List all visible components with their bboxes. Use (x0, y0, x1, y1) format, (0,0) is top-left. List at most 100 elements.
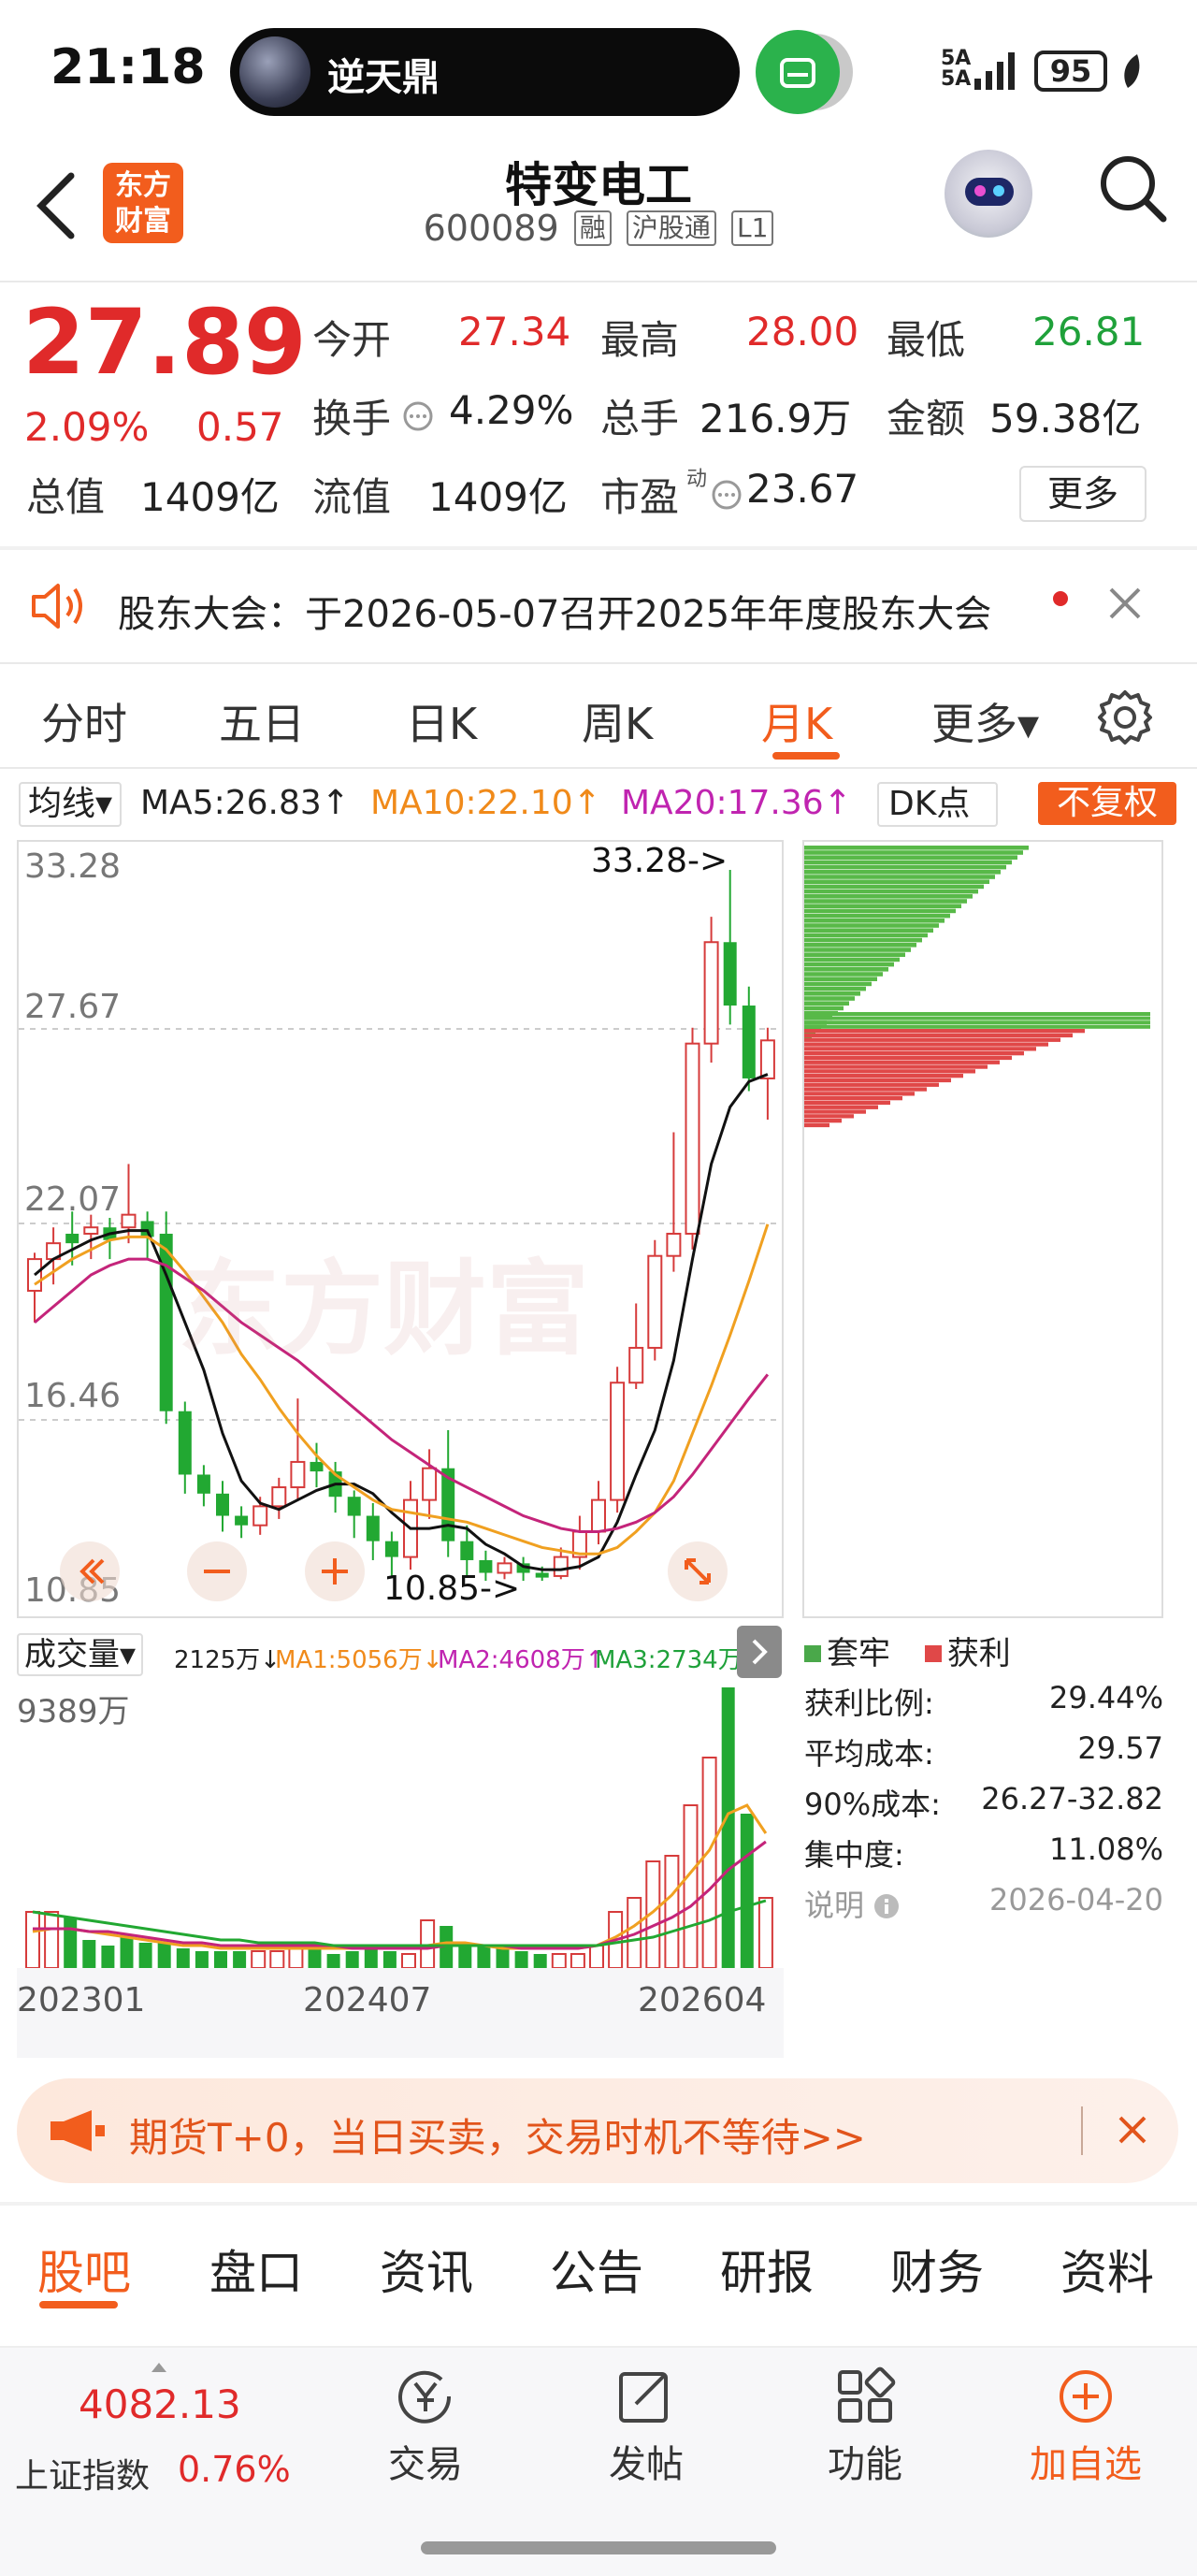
volume-bar (683, 1804, 699, 1969)
ma20-value: MA20:17.36↑ (621, 784, 852, 822)
tab-finance[interactable]: 财务 (890, 2236, 984, 2303)
pe-value: 23.67 (746, 466, 859, 512)
chip-bar (804, 986, 866, 991)
scroll-left-button[interactable] (60, 1541, 120, 1601)
fullscreen-button[interactable] (668, 1541, 728, 1601)
live-activity-pill[interactable]: 逆天鼎 (230, 28, 740, 116)
zoom-out-button[interactable] (187, 1541, 247, 1601)
candle-body (535, 1572, 549, 1578)
more-button[interactable]: 更多 (1019, 466, 1147, 522)
nav-post[interactable]: 发帖 (576, 2366, 716, 2488)
candle-body (591, 1498, 606, 1533)
volume-ma2: MA2:4608万↑ (438, 1646, 606, 1674)
high-marker: 33.28-> (591, 842, 728, 880)
candle-body (460, 1541, 474, 1560)
tab-research[interactable]: 研报 (720, 2236, 814, 2303)
notice-bar[interactable]: 股东大会：于2026-05-07召开2025年年度股东大会 (0, 552, 1197, 662)
chip-bar (804, 928, 933, 933)
candle-body (83, 1226, 99, 1235)
volume-bar (138, 1943, 152, 1968)
candle-body (216, 1493, 229, 1516)
index-name[interactable]: 上证指数 (15, 2449, 150, 2497)
chip-bar (804, 1100, 890, 1106)
close-icon[interactable] (1102, 580, 1148, 627)
volume-bar (308, 1948, 322, 1968)
chip-bar (804, 1024, 1150, 1029)
chip-stat-row: 集中度: 11.08% (804, 1831, 1163, 1874)
volume-selector[interactable]: 成交量▾ (17, 1633, 144, 1676)
close-icon[interactable] (1111, 2108, 1154, 2151)
edit-icon (619, 2372, 668, 2423)
nav-trade[interactable]: 交易 (355, 2366, 496, 2488)
info-dots-icon[interactable] (711, 479, 743, 511)
promo-separator (1081, 2106, 1083, 2155)
chip-bar (804, 889, 978, 894)
chip-bar (804, 967, 888, 972)
candle-body (384, 1541, 398, 1557)
tab-orderbook[interactable]: 盘口 (209, 2236, 303, 2303)
low-label: 最低 (887, 317, 966, 363)
chip-bar (804, 923, 939, 928)
candle-body (121, 1213, 137, 1229)
tab-intraday[interactable]: 分时 (41, 690, 127, 752)
dk-selector[interactable]: DK点 (877, 782, 999, 827)
open-value: 27.34 (458, 309, 571, 355)
tab-forum[interactable]: 股吧 (37, 2236, 131, 2303)
ma-selector[interactable]: 均线▾ (19, 782, 123, 827)
candle-body (422, 1467, 438, 1501)
chip-bar (804, 1082, 939, 1087)
chip-bar (804, 919, 945, 923)
chip-stat-value: 11.08% (1048, 1831, 1163, 1867)
home-indicator[interactable] (421, 2541, 776, 2554)
volume-chart[interactable]: 9389万 (17, 1682, 784, 1969)
chip-bar (804, 879, 989, 884)
chip-bar (804, 1006, 844, 1011)
tab-news[interactable]: 资讯 (380, 2236, 473, 2303)
chip-bar (804, 1001, 849, 1006)
divider (0, 546, 1197, 550)
volume-bar (326, 1954, 340, 1968)
gear-icon[interactable] (1094, 687, 1156, 748)
nav-add-watchlist[interactable]: 加自选 (1016, 2366, 1156, 2488)
tab-profile[interactable]: 资料 (1060, 2236, 1154, 2303)
volume-next-button[interactable] (737, 1626, 782, 1678)
notice-unread-dot (1053, 591, 1068, 606)
chip-bar (804, 904, 961, 908)
watermark: 东方财富 (178, 1250, 589, 1369)
chip-bar (804, 1055, 1012, 1061)
index-value[interactable]: 4082.13 (79, 2381, 241, 2427)
promo-banner[interactable]: 期货T+0，当日买卖，交易时机不等待>> (17, 2078, 1178, 2183)
low-marker: 10.85-> (383, 1570, 521, 1608)
adjust-button[interactable]: 不复权 (1038, 782, 1176, 825)
tab-monthly-k[interactable]: 月K (761, 690, 832, 752)
chip-bar (804, 1033, 1073, 1038)
chip-bar (804, 962, 894, 967)
volume-ma1: MA1:5056万↓ (275, 1646, 443, 1674)
nav-functions[interactable]: 功能 (795, 2366, 935, 2488)
kline-chart[interactable]: 33.28 27.67 22.07 16.46 10.85 33.28-> 10… (17, 840, 784, 1618)
volume-bar (25, 1911, 40, 1969)
volume-bar (233, 1951, 247, 1968)
volume-bar (269, 1950, 285, 1969)
tab-daily-k[interactable]: 日K (406, 690, 477, 752)
chip-stat-row[interactable]: 说明 2026-04-20 (804, 1882, 1163, 1925)
search-icon[interactable] (1096, 152, 1171, 226)
candle-body (290, 1460, 306, 1489)
candle-body (65, 1233, 79, 1244)
candle-body (647, 1254, 663, 1349)
x-tick-label: 202604 (638, 1981, 767, 2019)
zoom-in-button[interactable] (305, 1541, 365, 1601)
tab-more[interactable]: 更多▾ (931, 690, 1039, 752)
info-dots-icon[interactable] (402, 400, 434, 432)
robot-assistant-icon[interactable] (945, 150, 1032, 238)
tab-announcements[interactable]: 公告 (550, 2236, 643, 2303)
floating-app-icon[interactable] (756, 30, 840, 114)
y-tick-label: 22.07 (24, 1180, 122, 1219)
tab-five-day[interactable]: 五日 (219, 690, 305, 752)
chip-stat-row: 获利比例: 29.44% (804, 1680, 1163, 1723)
candle-body (628, 1346, 644, 1384)
chip-bar (804, 1114, 854, 1119)
volume-header: 成交量▾ 2125万↓ MA1:5056万↓ MA2:4608万↑ MA3:27… (17, 1626, 784, 1678)
tab-weekly-k[interactable]: 周K (582, 690, 653, 752)
info-icon[interactable] (873, 1893, 900, 1919)
